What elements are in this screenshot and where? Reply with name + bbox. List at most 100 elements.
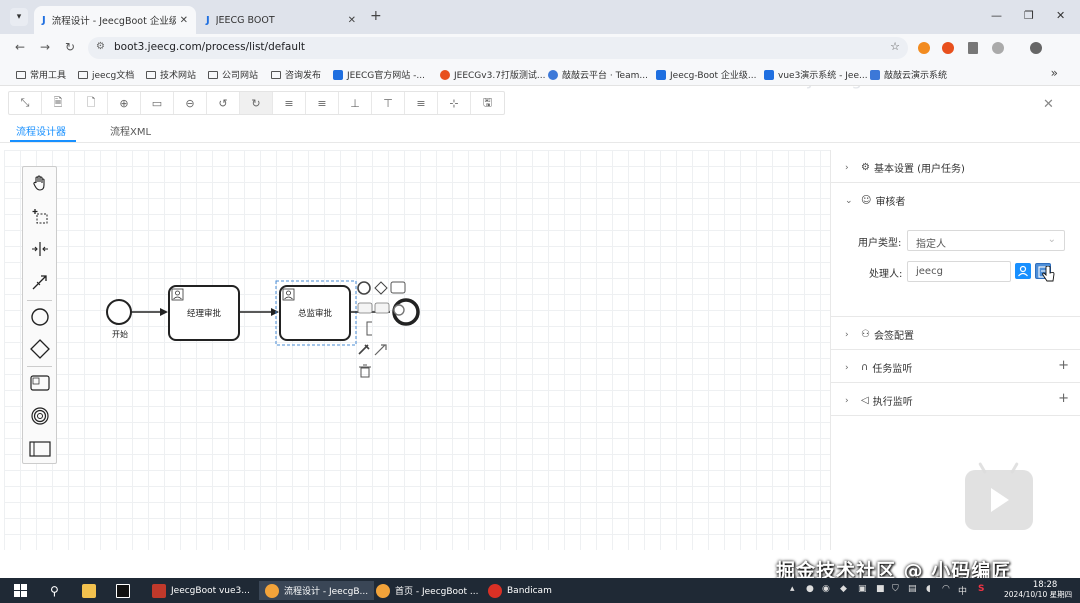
- extension-icon[interactable]: [968, 42, 978, 54]
- chevron-right-icon: ›: [845, 362, 849, 373]
- add-execution-listener-icon[interactable]: +: [1058, 391, 1069, 406]
- start-event-tool-icon[interactable]: [23, 301, 56, 333]
- mouse-cursor-icon: [1042, 266, 1055, 282]
- extension-icon[interactable]: [992, 42, 1004, 54]
- tray-icon[interactable]: ◉: [822, 584, 830, 594]
- taskbar-app[interactable]: JeecgBoot vue3...: [146, 581, 256, 600]
- chevron-down-icon: ⌄: [1047, 234, 1056, 245]
- taskbar-app-label: 首页 - JeecgBoot ...: [395, 587, 479, 597]
- handler-input[interactable]: jeecg: [907, 261, 1011, 282]
- chrome-icon: [376, 583, 390, 598]
- section-execution-listener[interactable]: › ◁ 执行监听 +: [831, 383, 1080, 416]
- add-task-listener-icon[interactable]: +: [1058, 358, 1069, 373]
- text-annotation-icon[interactable]: [366, 321, 372, 336]
- connect-icon[interactable]: [374, 344, 387, 356]
- append-task-icon[interactable]: [390, 281, 406, 294]
- wifi-icon[interactable]: ◠: [942, 584, 950, 594]
- file-explorer-icon[interactable]: [82, 581, 101, 600]
- site-favicon-icon: [870, 69, 880, 80]
- profile-avatar[interactable]: [1030, 42, 1042, 54]
- start-event[interactable]: [106, 299, 132, 325]
- maximize-icon[interactable]: ❐: [1024, 9, 1034, 22]
- select-user-button[interactable]: [1015, 263, 1031, 279]
- play-icon: [991, 488, 1009, 512]
- search-icon[interactable]: ⚲: [50, 581, 59, 600]
- user-type-select[interactable]: 指定人 ⌄: [907, 230, 1065, 251]
- headset-icon: ∩: [861, 362, 869, 373]
- section-basic-settings[interactable]: › ⚙ 基本设置 (用户任务): [831, 150, 1080, 183]
- taskbar-app-label: 流程设计 - JeecgB...: [284, 587, 369, 597]
- gateway-tool-icon[interactable]: [23, 333, 56, 365]
- tray-icon[interactable]: ▴: [790, 584, 795, 594]
- section-title: 任务监听: [872, 364, 913, 375]
- section-title: 执行监听: [872, 397, 913, 408]
- taskbar-app[interactable]: 首页 - JeecgBoot ...: [370, 581, 485, 600]
- section-task-listener[interactable]: › ∩ 任务监听 +: [831, 350, 1080, 383]
- user-type-label: 用户类型:: [858, 238, 902, 249]
- taskbar-clock[interactable]: 18:28 2024/10/10 星期四: [1004, 580, 1072, 600]
- hand-tool-icon[interactable]: [23, 167, 56, 199]
- lasso-tool-icon[interactable]: [23, 200, 56, 232]
- append-user-task-icon[interactable]: [357, 302, 373, 314]
- space-tool-icon[interactable]: [23, 233, 56, 265]
- ime-indicator[interactable]: 中: [958, 584, 967, 597]
- global-connect-icon[interactable]: [23, 266, 56, 298]
- task-label: 经理审批: [187, 308, 222, 319]
- tray-icon[interactable]: ■: [876, 584, 885, 594]
- intermediate-event-tool-icon[interactable]: [23, 400, 56, 432]
- append-task-icon[interactable]: [374, 302, 390, 314]
- flow-arrow-icon: [160, 308, 168, 316]
- chevron-right-icon: ›: [845, 329, 849, 340]
- window-close-icon[interactable]: ✕: [1056, 9, 1065, 22]
- pool-tool-icon[interactable]: [23, 433, 56, 465]
- section-title: 基本设置 (用户任务): [873, 164, 965, 175]
- bookmark-link[interactable]: 敲敲云演示系统: [870, 68, 947, 81]
- chevron-down-icon: ⌄: [845, 195, 853, 206]
- tray-icon[interactable]: ●: [806, 584, 814, 594]
- minimize-icon[interactable]: —: [991, 9, 1002, 22]
- section-title: 会签配置: [873, 331, 914, 342]
- sogou-icon[interactable]: S: [978, 584, 984, 594]
- clock-time: 18:28: [1032, 580, 1058, 590]
- append-gateway-icon[interactable]: [374, 281, 388, 295]
- user-icon: [1018, 265, 1028, 277]
- windows-start-icon[interactable]: [14, 581, 28, 600]
- volume-icon[interactable]: ◖: [926, 584, 931, 594]
- chrome-icon: [265, 583, 279, 598]
- handler-label: 处理人:: [869, 269, 903, 280]
- extension-icon[interactable]: [942, 42, 954, 54]
- handler-value: jeecg: [916, 266, 943, 277]
- network-icon[interactable]: ▤: [908, 584, 917, 594]
- trash-icon[interactable]: [359, 364, 371, 378]
- section-title: 审核者: [875, 197, 906, 208]
- pycharm-icon[interactable]: [116, 581, 135, 600]
- start-event-label: 开始: [112, 329, 128, 339]
- append-intermediate-event-icon[interactable]: [393, 304, 405, 316]
- more-bookmarks-icon[interactable]: »: [1051, 66, 1058, 80]
- section-countersign[interactable]: › ⚇ 会签配置: [831, 317, 1080, 350]
- wrench-icon[interactable]: [358, 344, 370, 355]
- bandicam-icon: [488, 583, 502, 598]
- user-task-tool-icon[interactable]: [23, 367, 56, 399]
- close-designer-icon[interactable]: ✕: [1043, 97, 1054, 112]
- users-icon: ⚇: [861, 329, 870, 340]
- video-play-overlay[interactable]: [965, 462, 1033, 530]
- flow-arrow-icon: [271, 308, 279, 316]
- taskbar-app[interactable]: Bandicam: [482, 581, 558, 600]
- folder-icon: [82, 583, 96, 598]
- task-label: 总监审批: [298, 308, 333, 319]
- section-header[interactable]: ⌄ ☺ 审核者: [845, 193, 905, 208]
- chevron-right-icon: ›: [845, 395, 849, 406]
- shield-icon[interactable]: ⛉: [892, 584, 899, 594]
- tray-icon[interactable]: ◆: [840, 584, 847, 594]
- pycharm-logo-icon: [116, 583, 130, 598]
- megaphone-icon: ◁: [861, 395, 869, 406]
- bookmark-star-icon[interactable]: ☆: [890, 40, 900, 53]
- tray-icon[interactable]: ▣: [858, 584, 867, 594]
- clock-date: 2024/10/10 星期四: [1004, 590, 1073, 599]
- extension-icon[interactable]: [918, 42, 930, 54]
- user-icon: ☺: [861, 195, 872, 206]
- taskbar-app[interactable]: 流程设计 - JeecgB...: [259, 581, 375, 600]
- append-end-event-icon[interactable]: [357, 281, 371, 295]
- properties-panel: › ⚙ 基本设置 (用户任务) ⌄ ☺ 审核者 › ⚇ 会签配置 › ∩ 任务监听 + › ◁ 执行…: [830, 150, 1080, 550]
